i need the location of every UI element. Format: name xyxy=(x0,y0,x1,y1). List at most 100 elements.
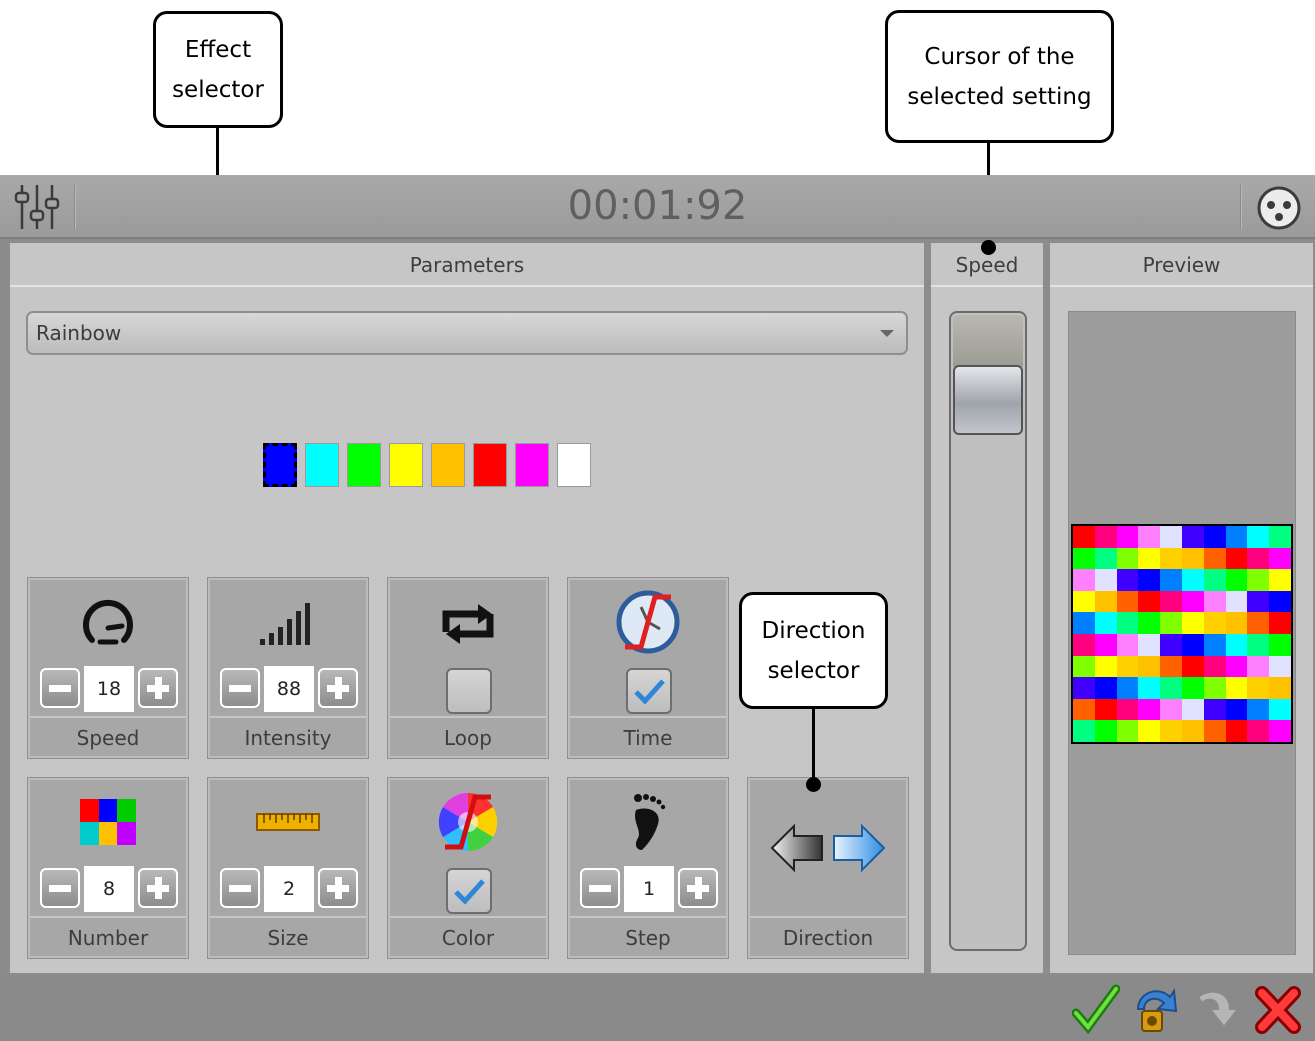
footprint-icon xyxy=(634,794,666,850)
redo-arrow-icon[interactable] xyxy=(1192,983,1240,1035)
preview-cell xyxy=(1094,698,1117,721)
color-swatch[interactable] xyxy=(515,443,549,487)
color-swatch[interactable] xyxy=(557,443,591,487)
preview-cell xyxy=(1160,698,1182,721)
speed-slider[interactable] xyxy=(949,311,1027,951)
slider-thumb[interactable] xyxy=(953,365,1023,435)
callout-dot xyxy=(806,777,821,792)
title-bar: 00:01:92 xyxy=(0,175,1315,239)
preview-cell xyxy=(1116,677,1139,699)
preview-cell xyxy=(1269,612,1291,634)
preview-cell xyxy=(1247,720,1270,742)
close-icon[interactable] xyxy=(1254,983,1302,1035)
color-swatch[interactable] xyxy=(347,443,381,487)
speed-tile: 18 Speed xyxy=(27,577,189,759)
color-swatch[interactable] xyxy=(431,443,465,487)
loop-checkbox[interactable] xyxy=(446,668,492,714)
tile-label: Direction xyxy=(750,916,906,956)
number-value[interactable]: 8 xyxy=(84,866,134,912)
tile-label: Step xyxy=(570,916,726,956)
record-icon[interactable] xyxy=(1130,983,1178,1035)
preview-cell xyxy=(1247,526,1270,548)
color-swatch[interactable] xyxy=(305,443,339,487)
increment-button[interactable] xyxy=(678,868,718,908)
increment-button[interactable] xyxy=(318,668,358,708)
preview-cell xyxy=(1225,698,1248,721)
preview-cell xyxy=(1116,720,1139,742)
increment-button[interactable] xyxy=(138,668,178,708)
preview-cell xyxy=(1073,526,1095,548)
divider xyxy=(1240,185,1242,229)
decrement-button[interactable] xyxy=(220,868,260,908)
preview-cell xyxy=(1160,547,1182,570)
check-icon[interactable] xyxy=(1072,983,1120,1035)
tile-label: Color xyxy=(390,916,546,956)
preview-cell xyxy=(1116,590,1139,613)
preview-cell xyxy=(1138,590,1161,613)
preview-cell xyxy=(1094,677,1117,699)
preview-cell xyxy=(1203,526,1226,548)
callout-text: Effect xyxy=(184,36,252,63)
color-checkbox[interactable] xyxy=(446,868,492,914)
effect-selected-value: Rainbow xyxy=(36,321,122,345)
preview-cell xyxy=(1138,698,1161,721)
preview-cell xyxy=(1225,569,1248,591)
color-tile: Color xyxy=(387,777,549,959)
step-value[interactable]: 1 xyxy=(624,866,674,912)
decrement-button[interactable] xyxy=(40,868,80,908)
speedometer-icon xyxy=(83,599,133,645)
loop-icon xyxy=(442,604,494,644)
checkmark-icon xyxy=(454,879,485,905)
decrement-button[interactable] xyxy=(40,668,80,708)
panel-title: Parameters xyxy=(10,243,924,287)
preview-cell xyxy=(1160,590,1182,613)
preview-cell xyxy=(1160,634,1182,656)
preview-area xyxy=(1068,311,1296,955)
loop-tile: Loop xyxy=(387,577,549,759)
preview-cell xyxy=(1181,612,1204,634)
direction-tile[interactable]: Direction xyxy=(747,777,909,959)
preview-cell xyxy=(1247,612,1270,634)
preview-cell xyxy=(1181,590,1204,613)
decrement-button[interactable] xyxy=(220,668,260,708)
preview-cell xyxy=(1269,698,1291,721)
callout-text: selector xyxy=(172,76,264,103)
preview-cell xyxy=(1225,590,1248,613)
preview-cell xyxy=(1269,590,1291,613)
effect-editor-window: 00:01:92 Parameters Rainbow 18 Speed 88 … xyxy=(0,175,1315,1041)
preview-cell xyxy=(1269,655,1291,678)
preview-cell xyxy=(1116,698,1139,721)
color-wheel-disabled-icon xyxy=(438,792,498,852)
intensity-value[interactable]: 88 xyxy=(264,666,314,712)
tile-label: Loop xyxy=(390,716,546,756)
ruler-icon xyxy=(256,813,320,831)
preview-cell xyxy=(1138,677,1161,699)
increment-button[interactable] xyxy=(318,868,358,908)
cursor-callout: Cursor of the selected setting xyxy=(885,10,1114,143)
time-checkbox[interactable] xyxy=(626,668,672,714)
preview-cell xyxy=(1181,526,1204,548)
preview-cell xyxy=(1094,655,1117,678)
callout-text: Direction xyxy=(761,617,866,644)
direction-arrows-icon[interactable] xyxy=(770,820,886,876)
color-swatch[interactable] xyxy=(263,443,297,487)
tile-label: Size xyxy=(210,916,366,956)
preview-cell xyxy=(1247,634,1270,656)
preview-cell xyxy=(1225,612,1248,634)
preview-cell xyxy=(1203,655,1226,678)
decrement-button[interactable] xyxy=(580,868,620,908)
preview-cell xyxy=(1269,569,1291,591)
dmx-connector-icon[interactable] xyxy=(1255,185,1303,231)
preview-cell xyxy=(1225,677,1248,699)
increment-button[interactable] xyxy=(138,868,178,908)
size-value[interactable]: 2 xyxy=(264,866,314,912)
color-swatch[interactable] xyxy=(389,443,423,487)
effect-selector[interactable]: Rainbow xyxy=(26,311,908,355)
number-tile: 8 Number xyxy=(27,777,189,959)
preview-cell xyxy=(1138,547,1161,570)
color-swatch[interactable] xyxy=(473,443,507,487)
preview-cell xyxy=(1073,569,1095,591)
size-stepper: 2 xyxy=(218,866,360,912)
speed-value[interactable]: 18 xyxy=(84,666,134,712)
timer-display: 00:01:92 xyxy=(567,183,748,229)
